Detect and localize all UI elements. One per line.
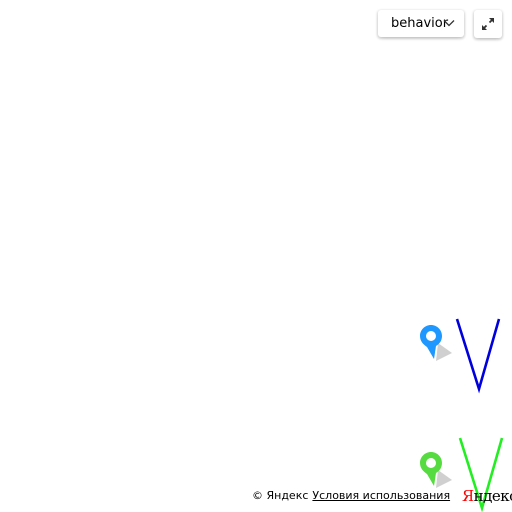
map-canvas[interactable]: behavior © Яндекс Условия использования bbox=[0, 0, 512, 512]
fullscreen-button[interactable] bbox=[474, 10, 502, 38]
placemark-blue[interactable] bbox=[418, 323, 452, 363]
behavior-dropdown-label: behavior bbox=[391, 16, 449, 31]
map-copyrights: © Яндекс Условия использования bbox=[252, 486, 450, 504]
yandex-logo-first-letter: Я bbox=[462, 487, 474, 505]
behavior-dropdown[interactable]: behavior bbox=[378, 10, 464, 37]
placemark-green[interactable] bbox=[418, 450, 452, 490]
yandex-logo-rest: ндекс bbox=[473, 487, 512, 505]
v-mark-blue[interactable] bbox=[453, 315, 503, 395]
terms-of-use-link[interactable]: Условия использования bbox=[312, 489, 450, 502]
expand-icon bbox=[481, 17, 495, 31]
yandex-logo[interactable]: Яндекс bbox=[462, 486, 512, 506]
chevron-down-icon bbox=[443, 20, 455, 27]
copyright-text: © Яндекс bbox=[252, 488, 309, 502]
